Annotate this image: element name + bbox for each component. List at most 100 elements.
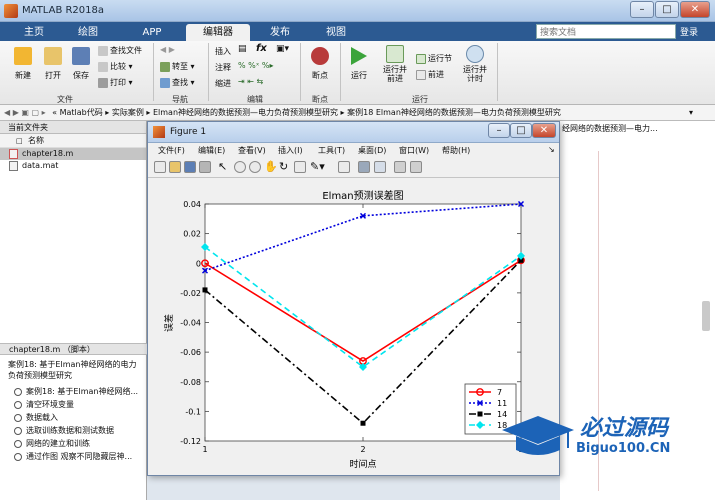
insert-section-icon[interactable]: ▤ [238,44,247,54]
outline-item[interactable]: 数据载入 [0,411,147,424]
run-button[interactable]: 运行 [346,47,372,81]
section-icon [14,453,22,461]
group-label-breakpoint: 断点 [312,95,328,104]
y-tick-label: -0.1 [185,407,201,416]
breadcrumb: « Matlab代码 ▸ 实际案例 ▸ Elman神经网络的数据预测—电力负荷预… [52,108,561,117]
outline-item[interactable]: 清空环境变量 [0,398,147,411]
menu-insert[interactable]: 插入(I) [278,145,303,156]
address-dropdown-icon[interactable]: ▾ [689,105,693,120]
figure-title: Figure 1 [170,127,207,137]
goto-icon [160,61,170,72]
hide-tools-icon[interactable] [394,161,406,173]
menu-desktop[interactable]: 桌面(D) [358,145,386,156]
outline-item[interactable]: 网络的建立和训练 [0,437,147,450]
back-forward-buttons[interactable]: ◀ ▶ [160,45,175,54]
file-row[interactable]: data.mat [0,160,146,172]
fx-button[interactable]: fx [256,43,267,54]
colorbar-icon[interactable] [358,161,370,173]
tab-publish[interactable]: 发布 [254,24,306,41]
tab-editor[interactable]: 编辑器 [186,24,250,41]
y-tick-label: -0.04 [180,319,201,328]
rotate-icon[interactable]: ↻ [279,160,288,173]
menu-dock-icon[interactable]: ↘ [548,145,555,154]
new-figure-icon[interactable] [154,161,166,173]
menu-edit[interactable]: 编辑(E) [198,145,225,156]
nav-arrows-icon[interactable]: ◀ ▶ ▣ ▢ ▸ [4,108,46,117]
run-advance-icon [386,45,404,63]
login-link[interactable]: 登录 [680,25,698,38]
indent-icons[interactable]: ⇥ ⇤ ⇆ [238,77,263,86]
link-plot-icon[interactable] [338,161,350,173]
menu-window[interactable]: 窗口(W) [399,145,429,156]
pointer-icon[interactable]: ↖ [218,160,227,173]
watermark-en-text: Biguo100.CN [576,441,671,456]
save-icon[interactable] [184,161,196,173]
zoom-out-icon[interactable] [249,161,261,173]
comment-button[interactable]: 注释 [215,62,231,73]
pan-icon[interactable]: ✋ [264,160,278,173]
current-folder-panel: 当前文件夹 □ 名称 chapter18.m data.mat chapter1… [0,121,147,500]
tab-home[interactable]: 主页 [10,24,58,41]
data-point [202,287,208,293]
stopwatch-icon [466,45,484,63]
insert-function-icon[interactable]: ▣▾ [276,44,289,54]
find-files-button[interactable]: 查找文件 [98,45,142,56]
tab-view[interactable]: 视图 [310,24,362,41]
open-button[interactable]: 打开 [40,47,66,81]
figure-minimize-button[interactable]: – [488,123,510,138]
figure-menubar: 文件(F) 编辑(E) 查看(V) 插入(I) 工具(T) 桌面(D) 窗口(W… [148,143,559,158]
advance-button[interactable]: 前进 [416,69,444,80]
tab-apps[interactable]: APP [122,24,182,41]
menu-view[interactable]: 查看(V) [238,145,266,156]
tab-plots[interactable]: 绘图 [62,24,114,41]
insert-button[interactable]: 插入 [215,46,231,57]
run-section-button[interactable]: 运行节 [416,53,452,64]
maximize-button[interactable]: □ [655,1,679,18]
details-panel: chapter18.m （脚本） 案例18: 基于Elman神经网络的电力负荷预… [0,343,147,463]
legend-icon[interactable] [374,161,386,173]
address-bar[interactable]: ◀ ▶ ▣ ▢ ▸ « Matlab代码 ▸ 实际案例 ▸ Elman神经网络的… [0,105,715,121]
outline-item[interactable]: 通过作图 观察不同隐藏层神... [0,450,147,463]
column-header[interactable]: □ 名称 [0,134,146,148]
figure-maximize-button[interactable]: □ [510,123,532,138]
run-advance-button[interactable]: 运行并 前进 [380,45,410,83]
comment-toggle-icons[interactable]: % %ˣ %▸ [238,61,273,70]
watermark-cn-text: 必过源码 [580,416,669,441]
legend-marker [477,411,483,417]
zoom-in-icon[interactable] [234,161,246,173]
editor-scrollbar[interactable] [702,301,710,331]
menu-tools[interactable]: 工具(T) [318,145,345,156]
compare-icon [98,61,108,72]
open-icon[interactable] [169,161,181,173]
m-file-icon [9,149,18,159]
print-icon[interactable] [199,161,211,173]
outline-item[interactable]: 案例18: 基于Elman神经网络... [0,385,147,398]
menu-file[interactable]: 文件(F) [158,145,185,156]
indent-button[interactable]: 缩进 [215,78,231,89]
run-time-button[interactable]: 运行并 计时 [460,45,490,83]
group-label-run: 运行 [412,95,428,104]
ribbon-separator [497,43,498,101]
file-description: 案例18: 基于Elman神经网络的电力负荷预测模型研究 [8,360,137,380]
x-tick-label: 2 [360,445,365,454]
goto-button[interactable]: 转至 ▾ [160,61,195,72]
find-button[interactable]: 查找 ▾ [160,77,195,88]
close-button[interactable]: ✕ [680,1,710,18]
search-input[interactable] [536,24,676,39]
breakpoint-button[interactable]: 断点 [306,47,334,81]
outline-item[interactable]: 选取训练数据和测试数据 [0,424,147,437]
data-cursor-icon[interactable] [294,161,306,173]
file-row[interactable]: chapter18.m [0,148,146,160]
print-button[interactable]: 打印 ▾ [98,77,133,88]
legend-label: 11 [497,399,507,408]
y-tick-label: -0.08 [180,378,201,387]
brush-icon[interactable]: ✎▾ [310,160,325,173]
figure-close-button[interactable]: ✕ [532,123,556,138]
save-button[interactable]: 保存 [68,47,94,81]
compare-button[interactable]: 比较 ▾ [98,61,133,72]
new-button[interactable]: 新建 [10,47,36,81]
menu-help[interactable]: 帮助(H) [442,145,470,156]
section-icon [14,401,22,409]
minimize-button[interactable]: – [630,1,654,18]
show-tools-icon[interactable] [410,161,422,173]
